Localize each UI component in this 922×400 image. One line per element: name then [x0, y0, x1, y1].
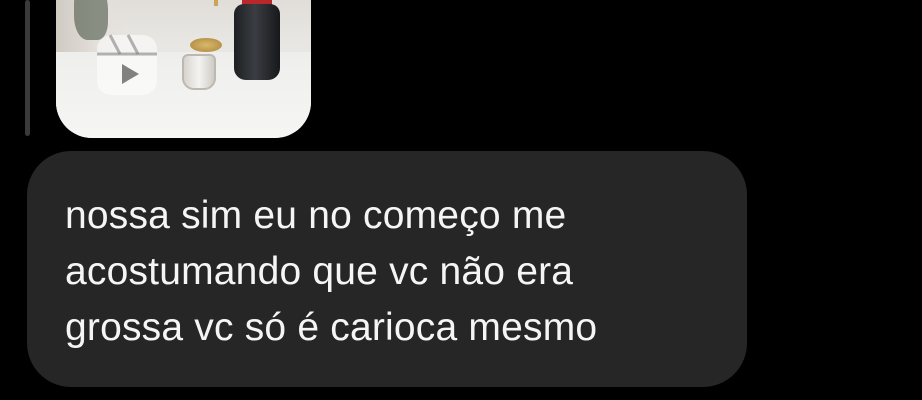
bottle: [234, 4, 280, 80]
reply-thread-line: [25, 0, 30, 136]
stirrer-stick: [214, 0, 218, 6]
reels-icon[interactable]: [94, 32, 160, 98]
chat-thread: nossa sim eu no começo me acostumando qu…: [0, 0, 922, 400]
message-text: nossa sim eu no começo me acostumando qu…: [65, 194, 598, 349]
cup: [182, 54, 216, 90]
cup-lid: [190, 38, 222, 52]
message-bubble[interactable]: nossa sim eu no começo me acostumando qu…: [27, 151, 747, 387]
